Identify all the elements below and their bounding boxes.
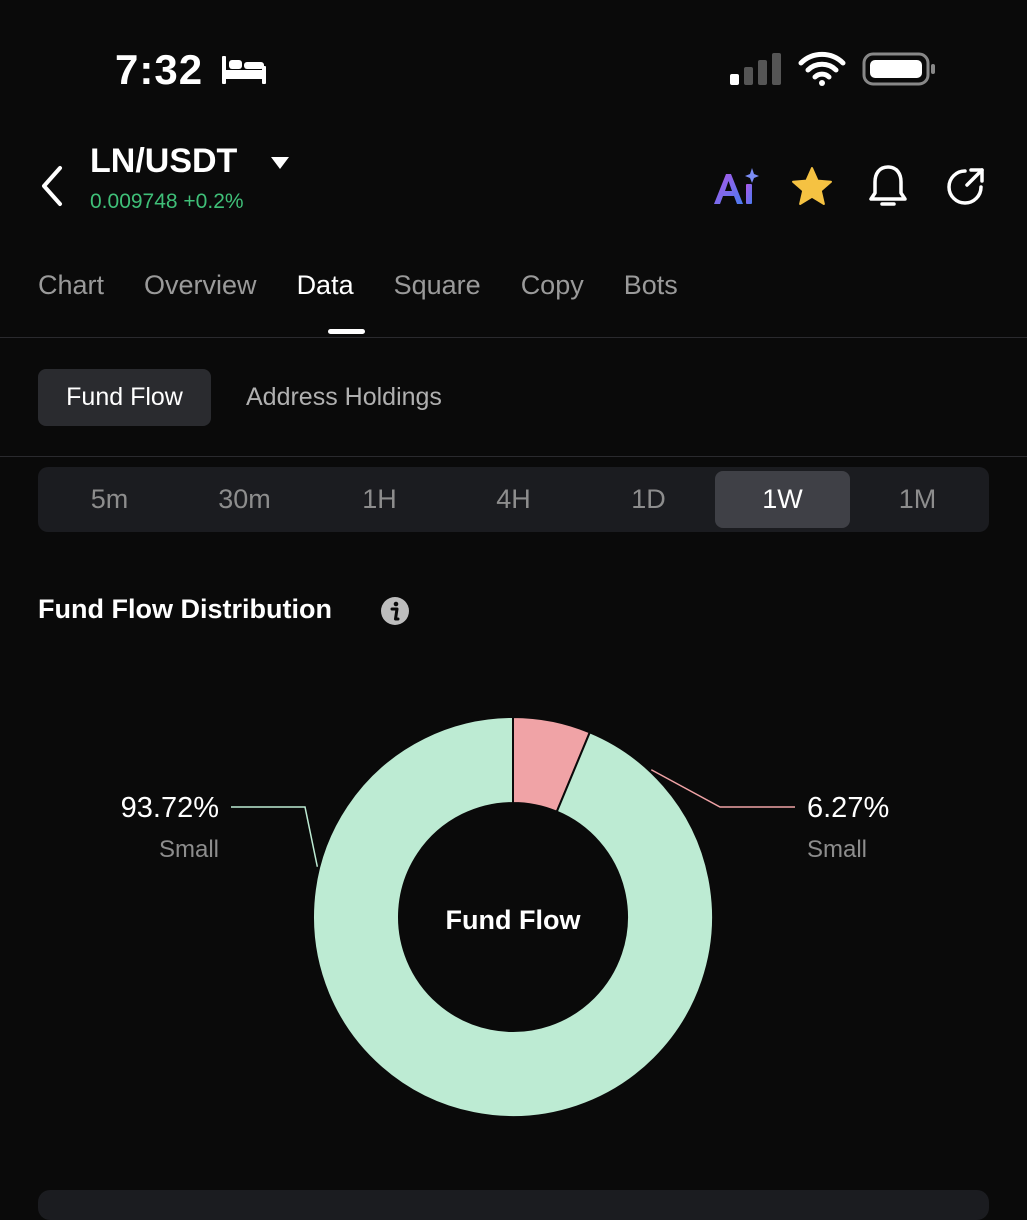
leader-line-1 <box>231 806 319 867</box>
pair-title[interactable]: LN/USDT <box>90 142 237 181</box>
tabs-divider <box>0 337 1027 338</box>
section-title: Fund Flow Distribution <box>38 594 332 624</box>
interval-1h[interactable]: 1H <box>312 471 447 528</box>
interval-5m[interactable]: 5m <box>42 471 177 528</box>
bell-icon[interactable] <box>868 164 908 210</box>
status-time: 7:32 <box>115 46 204 93</box>
tab-data[interactable]: Data <box>297 270 354 301</box>
next-section-card <box>38 1190 989 1220</box>
interval-4h[interactable]: 4H <box>446 471 581 528</box>
interval-1m[interactable]: 1M <box>850 471 985 528</box>
slice-category-label-right: Small <box>807 836 867 863</box>
subtab-fund-flow[interactable]: Fund Flow <box>38 369 211 426</box>
donut-center-label: Fund Flow <box>446 905 582 935</box>
subtabs-divider <box>0 456 1027 457</box>
chevron-down-icon[interactable] <box>270 156 290 170</box>
main-tabs: Chart Overview Data Square Copy Bots <box>38 270 718 301</box>
slice-value-label-left: 93.72% <box>121 792 219 824</box>
back-icon[interactable] <box>36 164 70 208</box>
signal-icon <box>730 53 781 85</box>
slice-value-label-right: 6.27% <box>807 792 889 824</box>
share-icon[interactable] <box>945 166 985 208</box>
bed-icon <box>222 56 266 84</box>
subtab-address-holdings[interactable]: Address Holdings <box>246 383 442 412</box>
price-change: 0.009748 +0.2% <box>90 190 244 213</box>
slice-category-label-left: Small <box>159 836 219 863</box>
star-icon[interactable] <box>790 165 834 209</box>
battery-icon <box>862 52 935 86</box>
info-icon[interactable] <box>380 596 410 626</box>
interval-selector: 5m 30m 1H 4H 1D 1W 1M <box>38 467 989 532</box>
tab-overview[interactable]: Overview <box>144 270 257 301</box>
tab-chart[interactable]: Chart <box>38 270 104 301</box>
tab-bots[interactable]: Bots <box>624 270 678 301</box>
wifi-icon <box>798 51 846 86</box>
interval-1d[interactable]: 1D <box>581 471 716 528</box>
active-tab-indicator <box>328 329 365 334</box>
interval-1w[interactable]: 1W <box>715 471 850 528</box>
fund-flow-donut-chart: Fund Flow 93.72% Small 6.27% Small <box>121 715 889 1118</box>
ai-icon[interactable] <box>712 166 760 208</box>
interval-30m[interactable]: 30m <box>177 471 312 528</box>
tab-copy[interactable]: Copy <box>521 270 584 301</box>
tab-square[interactable]: Square <box>394 270 481 301</box>
